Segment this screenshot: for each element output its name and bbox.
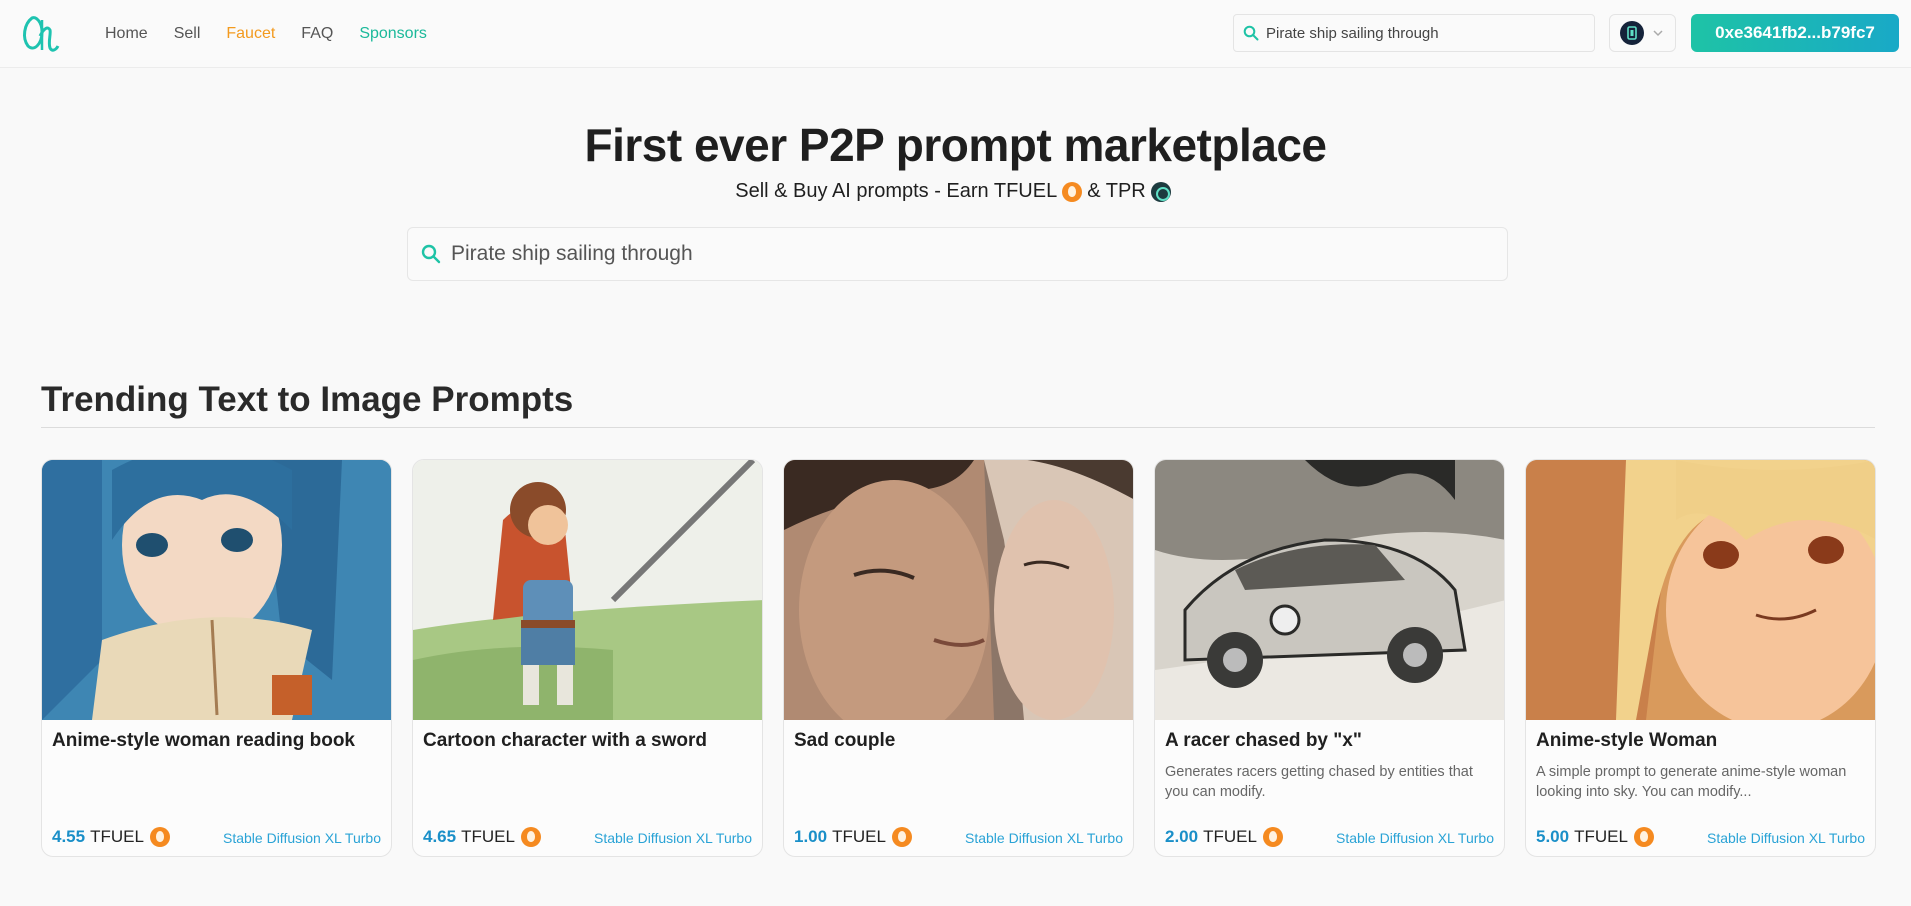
search-icon <box>421 244 441 264</box>
logo-icon[interactable] <box>20 10 60 56</box>
card-price: 4.65 TFUEL <box>423 827 546 847</box>
card-title: Cartoon character with a sword <box>423 730 708 751</box>
tpr-token-icon <box>1150 181 1171 202</box>
price-value: 4.55 <box>52 827 86 846</box>
card-description: A simple prompt to generate anime-style … <box>1536 764 1847 800</box>
nav-sell-link[interactable]: Sell <box>174 25 201 43</box>
card-title: Sad couple <box>794 730 896 751</box>
card-title: Anime-style Woman <box>1536 730 1718 751</box>
price-value: 5.00 <box>1536 827 1570 846</box>
prompt-card[interactable]: Anime-style Woman A simple prompt to gen… <box>1525 459 1876 857</box>
tfuel-token-icon <box>1262 827 1283 847</box>
card-price: 4.55 TFUEL <box>52 827 175 847</box>
card-title: A racer chased by "x" <box>1165 730 1362 751</box>
nav-faucet-link[interactable]: Faucet <box>226 25 275 43</box>
header-search-box[interactable] <box>1233 14 1595 52</box>
section-title: Trending Text to Image Prompts <box>41 380 574 419</box>
hero-subtitle: Sell & Buy AI prompts - Earn TFUEL & TPR <box>0 180 1911 203</box>
tfuel-token-icon <box>1062 181 1083 202</box>
price-value: 1.00 <box>794 827 828 846</box>
tfuel-token-icon <box>891 827 912 847</box>
card-price: 1.00 TFUEL <box>794 827 917 847</box>
card-model[interactable]: Stable Diffusion XL Turbo <box>965 830 1123 846</box>
hero-search-input[interactable] <box>451 242 1451 266</box>
price-value: 2.00 <box>1165 827 1199 846</box>
nav-faq-link[interactable]: FAQ <box>301 25 333 43</box>
search-icon <box>1243 25 1259 41</box>
network-icon <box>1620 21 1644 45</box>
card-model[interactable]: Stable Diffusion XL Turbo <box>1707 830 1865 846</box>
prompt-image <box>413 460 762 720</box>
card-model[interactable]: Stable Diffusion XL Turbo <box>1336 830 1494 846</box>
header-search-input[interactable] <box>1266 24 1566 42</box>
prompt-card[interactable]: Sad couple 1.00 TFUEL Stable Diffusion X… <box>783 459 1134 857</box>
wallet-address-button[interactable]: 0xe3641fb2...b79fc7 <box>1691 14 1899 52</box>
tfuel-token-icon <box>520 827 541 847</box>
network-selector-button[interactable] <box>1609 14 1676 52</box>
price-currency: TFUEL <box>832 827 886 846</box>
main-nav: Home Sell Faucet FAQ Sponsors <box>105 0 453 68</box>
nav-sponsors-link[interactable]: Sponsors <box>359 25 427 43</box>
card-model[interactable]: Stable Diffusion XL Turbo <box>223 830 381 846</box>
top-header: Home Sell Faucet FAQ Sponsors 0xe3641fb2… <box>0 0 1911 68</box>
tfuel-token-icon <box>1633 827 1654 847</box>
section-divider <box>41 427 1875 428</box>
prompt-image <box>42 460 391 720</box>
chevron-down-icon <box>1653 30 1663 37</box>
prompt-image <box>1526 460 1875 720</box>
prompt-image <box>784 460 1133 720</box>
price-currency: TFUEL <box>1203 827 1257 846</box>
price-value: 4.65 <box>423 827 457 846</box>
hero-search-box[interactable] <box>407 227 1508 281</box>
card-description: Generates racers getting chased by entit… <box>1165 764 1473 800</box>
tfuel-token-icon <box>149 827 170 847</box>
hero-subtitle-text-2: & TPR <box>1087 180 1146 202</box>
prompt-image <box>1155 460 1504 720</box>
hero-subtitle-text: Sell & Buy AI prompts - Earn TFUEL <box>735 180 1058 202</box>
card-model[interactable]: Stable Diffusion XL Turbo <box>594 830 752 846</box>
prompt-card[interactable]: A racer chased by "x" Generates racers g… <box>1154 459 1505 857</box>
price-currency: TFUEL <box>90 827 144 846</box>
prompt-card[interactable]: Cartoon character with a sword 4.65 TFUE… <box>412 459 763 857</box>
card-price: 2.00 TFUEL <box>1165 827 1288 847</box>
price-currency: TFUEL <box>461 827 515 846</box>
card-title: Anime-style woman reading book <box>52 730 355 751</box>
page-title: First ever P2P prompt marketplace <box>584 119 1327 171</box>
prompt-card[interactable]: Anime-style woman reading book 4.55 TFUE… <box>41 459 392 857</box>
price-currency: TFUEL <box>1574 827 1628 846</box>
card-price: 5.00 TFUEL <box>1536 827 1659 847</box>
nav-home-link[interactable]: Home <box>105 25 148 43</box>
